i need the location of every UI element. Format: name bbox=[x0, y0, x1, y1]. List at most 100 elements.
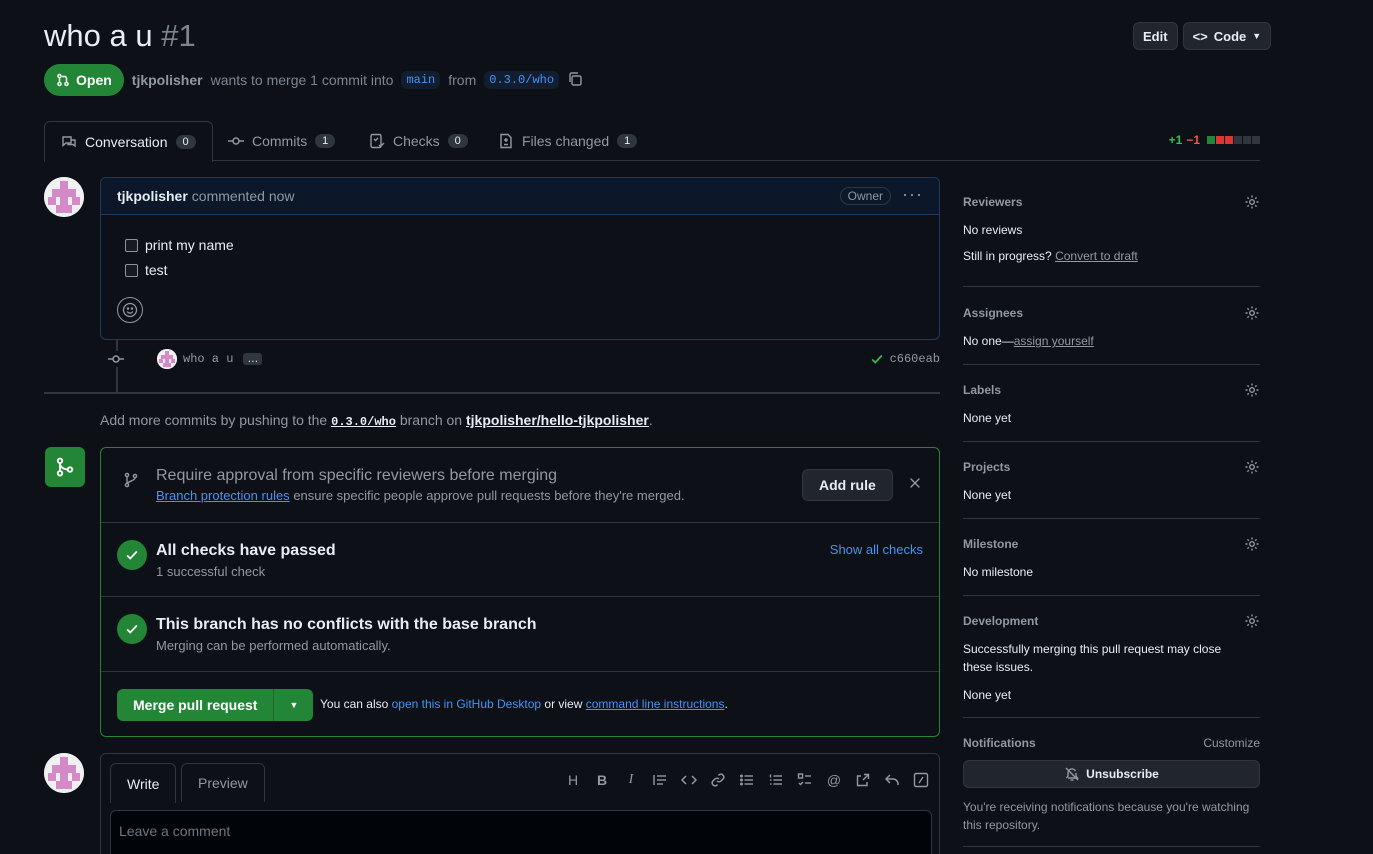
merge-pull-request-button[interactable]: Merge pull request bbox=[117, 689, 274, 721]
tab-conversation[interactable]: Conversation 0 bbox=[44, 121, 213, 162]
push-branch[interactable]: 0.3.0/who bbox=[331, 415, 396, 429]
gear-icon[interactable] bbox=[1244, 613, 1260, 629]
link-icon[interactable] bbox=[710, 772, 726, 788]
merge-box: Require approval from specific reviewers… bbox=[100, 447, 940, 737]
commit-sha[interactable]: c660eab bbox=[890, 352, 940, 366]
assign-yourself-link[interactable]: assign yourself bbox=[1014, 334, 1094, 348]
head-branch[interactable]: 0.3.0/who bbox=[484, 71, 560, 89]
expand-commit-button[interactable]: … bbox=[243, 353, 263, 365]
sidebar-assignees: Assignees No one—assign yourself bbox=[963, 305, 1260, 365]
sidebar-reviewers: Reviewers No reviews Still in progress? … bbox=[963, 194, 1260, 287]
tab-counter: 0 bbox=[447, 134, 468, 148]
diffstat-bar bbox=[1206, 136, 1260, 144]
sidebar-heading[interactable]: Labels bbox=[963, 383, 1001, 397]
gear-icon[interactable] bbox=[1244, 194, 1260, 210]
task-label: print my name bbox=[145, 237, 234, 253]
code-button[interactable]: <> Code ▼ bbox=[1182, 22, 1272, 50]
task-list-icon[interactable] bbox=[797, 772, 813, 788]
slash-commands-icon[interactable] bbox=[913, 772, 929, 788]
gear-icon[interactable] bbox=[1244, 305, 1260, 321]
checks-section: All checks have passed 1 successful chec… bbox=[101, 523, 939, 597]
tab-counter: 1 bbox=[617, 134, 638, 148]
reply-icon[interactable] bbox=[884, 772, 900, 788]
pr-tabs: Conversation 0 Commits 1 Checks 0 Files … bbox=[44, 121, 1260, 162]
pr-number: #1 bbox=[161, 18, 196, 53]
owner-badge: Owner bbox=[839, 187, 891, 205]
push-note-middle: branch on bbox=[399, 412, 463, 428]
sidebar-heading: Notifications bbox=[963, 736, 1036, 750]
unsubscribe-label: Unsubscribe bbox=[1086, 767, 1159, 781]
avatar[interactable] bbox=[157, 349, 177, 369]
comment-author[interactable]: tjkpolisher bbox=[117, 188, 188, 204]
rule-title: Require approval from specific reviewers… bbox=[156, 467, 558, 484]
sidebar-milestone: Milestone No milestone bbox=[963, 536, 1260, 596]
timeline-commit: who a u … c660eab bbox=[108, 347, 940, 371]
comment-textarea[interactable]: Leave a comment bbox=[110, 810, 932, 854]
sidebar-heading[interactable]: Reviewers bbox=[963, 195, 1022, 209]
task-checkbox[interactable] bbox=[125, 238, 138, 252]
pr-subline: Open tjkpolisher wants to merge 1 commit… bbox=[44, 64, 583, 96]
convert-to-draft-link[interactable]: Convert to draft bbox=[1055, 249, 1138, 263]
sidebar-development: Development Successfully merging this pu… bbox=[963, 613, 1260, 718]
quote-icon[interactable] bbox=[652, 772, 668, 788]
copy-icon[interactable] bbox=[567, 71, 583, 90]
sidebar-heading[interactable]: Milestone bbox=[963, 537, 1018, 551]
merge-options-dropdown[interactable]: ▼ bbox=[273, 689, 314, 721]
sidebar-heading[interactable]: Assignees bbox=[963, 306, 1023, 320]
deletions-count: −1 bbox=[1186, 133, 1200, 147]
gear-icon[interactable] bbox=[1244, 459, 1260, 475]
task-item: print my name bbox=[125, 237, 234, 253]
merge-status-icon bbox=[45, 447, 85, 487]
show-all-checks-link[interactable]: Show all checks bbox=[830, 542, 923, 557]
ordered-list-icon[interactable] bbox=[768, 772, 784, 788]
development-desc: Successfully merging this pull request m… bbox=[963, 642, 1222, 674]
customize-link[interactable]: Customize bbox=[1203, 736, 1260, 750]
gear-icon[interactable] bbox=[1244, 536, 1260, 552]
tab-label: Commits bbox=[252, 133, 308, 149]
command-line-link[interactable]: command line instructions bbox=[586, 697, 725, 711]
add-reaction-button[interactable] bbox=[117, 297, 143, 323]
github-desktop-link[interactable]: open this in GitHub Desktop bbox=[392, 697, 541, 711]
unsubscribe-button[interactable]: Unsubscribe bbox=[963, 760, 1260, 788]
kebab-menu-icon[interactable]: ··· bbox=[902, 184, 923, 205]
repo-link[interactable]: tjkpolisher/hello-tjkpolisher bbox=[466, 412, 649, 428]
cross-reference-icon[interactable] bbox=[855, 772, 871, 788]
task-checkbox[interactable] bbox=[125, 263, 138, 277]
pr-author-link[interactable]: tjkpolisher bbox=[132, 72, 203, 88]
avatar[interactable] bbox=[44, 177, 84, 217]
sidebar-heading[interactable]: Development bbox=[963, 614, 1038, 628]
tab-preview[interactable]: Preview bbox=[181, 763, 265, 802]
conflict-sub: Merging can be performed automatically. bbox=[156, 638, 391, 653]
italic-icon[interactable]: I bbox=[623, 772, 639, 788]
unordered-list-icon[interactable] bbox=[739, 772, 755, 788]
tab-commits[interactable]: Commits 1 bbox=[228, 121, 336, 161]
check-icon bbox=[871, 354, 883, 364]
code-icon[interactable] bbox=[681, 772, 697, 788]
code-icon: <> bbox=[1192, 28, 1208, 44]
tab-checks[interactable]: Checks 0 bbox=[369, 121, 468, 161]
end-text: . bbox=[724, 697, 728, 711]
avatar[interactable] bbox=[44, 753, 84, 793]
or-text: or view bbox=[544, 697, 583, 711]
add-rule-button[interactable]: Add rule bbox=[802, 469, 893, 501]
rule-desc: ensure specific people approve pull requ… bbox=[293, 488, 685, 503]
sidebar-labels: Labels None yet bbox=[963, 382, 1260, 442]
edit-button[interactable]: Edit bbox=[1133, 22, 1178, 50]
additions-count: +1 bbox=[1168, 133, 1183, 147]
mention-icon[interactable]: @ bbox=[826, 772, 842, 788]
bold-icon[interactable]: B bbox=[594, 772, 610, 788]
tab-write[interactable]: Write bbox=[110, 763, 177, 803]
heading-icon[interactable]: H bbox=[565, 772, 581, 788]
branch-protection-link[interactable]: Branch protection rules bbox=[156, 488, 290, 503]
close-icon[interactable] bbox=[908, 476, 922, 493]
comment-box: tjkpolisher commented now Owner ··· prin… bbox=[100, 177, 940, 340]
push-note: Add more commits by pushing to the 0.3.0… bbox=[100, 412, 653, 429]
tab-files-changed[interactable]: Files changed 1 bbox=[498, 121, 638, 161]
base-branch[interactable]: main bbox=[401, 71, 441, 89]
tab-label: Checks bbox=[393, 133, 440, 149]
comment-time[interactable]: commented now bbox=[192, 188, 295, 204]
gear-icon[interactable] bbox=[1244, 382, 1260, 398]
sidebar-heading[interactable]: Projects bbox=[963, 460, 1010, 474]
also-text: You can also bbox=[320, 697, 389, 711]
commit-message[interactable]: who a u bbox=[183, 352, 233, 366]
